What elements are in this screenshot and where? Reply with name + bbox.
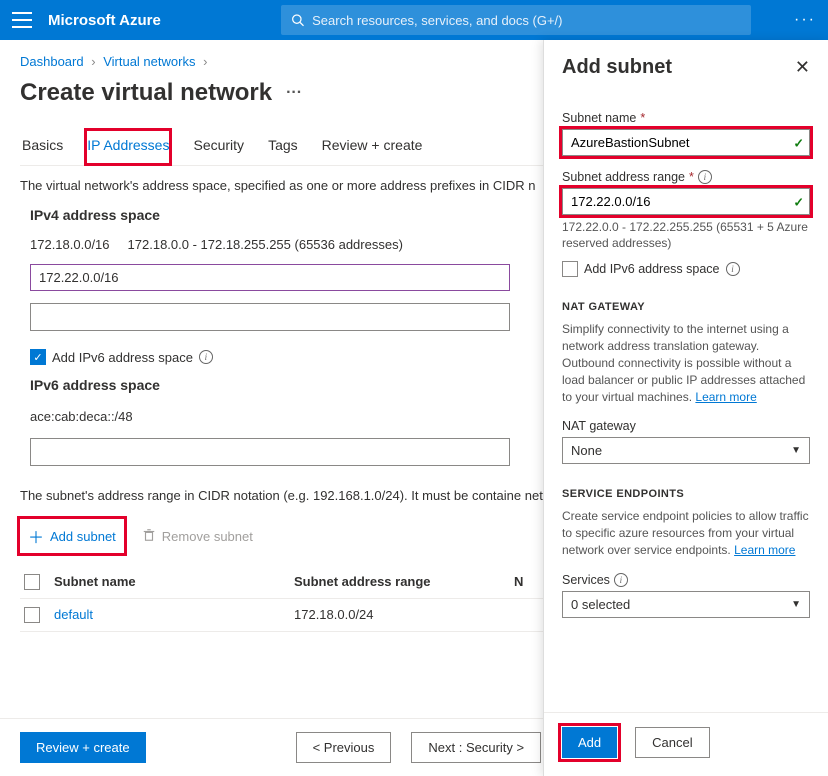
nat-gateway-value: None bbox=[571, 443, 602, 458]
subnet-range: 172.18.0.0/24 bbox=[294, 607, 514, 622]
remove-subnet-label: Remove subnet bbox=[162, 529, 253, 544]
brand-label: Microsoft Azure bbox=[48, 12, 161, 29]
subnet-name-label: Subnet name* bbox=[562, 111, 810, 125]
ipv4-range: 172.18.0.0 - 172.18.255.255 (65536 addre… bbox=[128, 237, 403, 252]
breadcrumb-dashboard[interactable]: Dashboard bbox=[20, 54, 84, 69]
learn-more-link[interactable]: Learn more bbox=[695, 390, 756, 404]
review-create-button[interactable]: Review + create bbox=[20, 732, 146, 763]
panel-footer: Add Cancel bbox=[544, 712, 828, 776]
ipv4-cidr: 172.18.0.0/16 bbox=[30, 237, 110, 252]
checkbox-icon[interactable]: ✓ bbox=[24, 607, 40, 623]
services-select[interactable]: 0 selected ▼ bbox=[562, 591, 810, 618]
checkbox-icon[interactable]: ✓ bbox=[562, 261, 578, 277]
ipv4-cidr-input[interactable] bbox=[30, 264, 510, 291]
col-subnet-range: Subnet address range bbox=[294, 574, 514, 589]
subnet-name-link[interactable]: default bbox=[54, 607, 294, 622]
tab-tags[interactable]: Tags bbox=[266, 129, 300, 165]
info-icon[interactable]: i bbox=[614, 573, 628, 587]
next-button[interactable]: Next : Security > bbox=[411, 732, 541, 763]
close-icon[interactable]: ✕ bbox=[795, 57, 810, 78]
page-title-text: Create virtual network bbox=[20, 79, 272, 107]
checkbox-checked-icon[interactable]: ✓ bbox=[30, 349, 46, 365]
add-subnet-panel: Add subnet ✕ Subnet name* ✓ Subnet addre… bbox=[543, 40, 828, 776]
services-value: 0 selected bbox=[571, 597, 630, 612]
add-ipv6-label: Add IPv6 address space bbox=[52, 350, 193, 365]
overflow-menu-icon[interactable]: ··· bbox=[794, 11, 816, 29]
nat-gateway-select[interactable]: None ▼ bbox=[562, 437, 810, 464]
global-search[interactable] bbox=[281, 5, 751, 35]
add-subnet-button[interactable]: ＋ Add subnet bbox=[20, 519, 124, 553]
tab-security[interactable]: Security bbox=[191, 129, 246, 165]
breadcrumb-vnets[interactable]: Virtual networks bbox=[103, 54, 195, 69]
trash-icon bbox=[142, 528, 156, 545]
services-label: Services i bbox=[562, 573, 810, 587]
tab-ip-addresses[interactable]: IP Addresses bbox=[85, 129, 171, 165]
tab-basics[interactable]: Basics bbox=[20, 129, 65, 165]
search-input[interactable] bbox=[312, 13, 741, 28]
nat-section-body: Simplify connectivity to the internet us… bbox=[562, 321, 810, 405]
service-endpoints-header: SERVICE ENDPOINTS bbox=[562, 488, 810, 500]
tab-review-create[interactable]: Review + create bbox=[320, 129, 425, 165]
chevron-down-icon: ▼ bbox=[791, 599, 801, 610]
panel-title: Add subnet bbox=[562, 56, 672, 79]
subnet-range-field-wrap: ✓ bbox=[562, 188, 810, 215]
panel-cancel-button[interactable]: Cancel bbox=[635, 727, 709, 758]
chevron-right-icon: › bbox=[203, 54, 207, 69]
panel-body: Subnet name* ✓ Subnet address range* i ✓… bbox=[544, 87, 828, 712]
subnet-range-label: Subnet address range* i bbox=[562, 170, 810, 184]
search-icon bbox=[291, 13, 304, 27]
panel-add-ipv6-label: Add IPv6 address space bbox=[584, 262, 720, 276]
learn-more-link[interactable]: Learn more bbox=[734, 543, 795, 557]
previous-button[interactable]: < Previous bbox=[296, 732, 392, 763]
remove-subnet-button: Remove subnet bbox=[142, 528, 253, 545]
chevron-down-icon: ▼ bbox=[791, 445, 801, 456]
add-subnet-label: Add subnet bbox=[50, 529, 116, 544]
plus-icon: ＋ bbox=[28, 524, 44, 548]
subnet-range-hint: 172.22.0.0 - 172.22.255.255 (65531 + 5 A… bbox=[562, 219, 810, 251]
info-icon[interactable]: i bbox=[199, 350, 213, 364]
panel-header: Add subnet ✕ bbox=[544, 40, 828, 87]
ipv6-cidr-input-empty[interactable] bbox=[30, 438, 510, 466]
panel-add-ipv6-row[interactable]: ✓ Add IPv6 address space i bbox=[562, 261, 810, 277]
col-extra: N bbox=[514, 574, 523, 589]
check-icon: ✓ bbox=[794, 194, 804, 209]
chevron-right-icon: › bbox=[91, 54, 95, 69]
info-icon[interactable]: i bbox=[698, 170, 712, 184]
subnet-name-field-wrap: ✓ bbox=[562, 129, 810, 156]
panel-add-button[interactable]: Add bbox=[562, 727, 617, 758]
page-more-icon[interactable]: ··· bbox=[286, 84, 302, 102]
ipv4-cidr-input-empty[interactable] bbox=[30, 303, 510, 331]
nat-gateway-label: NAT gateway bbox=[562, 419, 810, 433]
subnet-range-input[interactable] bbox=[562, 188, 810, 215]
azure-top-bar: Microsoft Azure ··· bbox=[0, 0, 828, 40]
nat-section-header: NAT GATEWAY bbox=[562, 301, 810, 313]
hamburger-menu-icon[interactable] bbox=[12, 12, 32, 28]
check-icon: ✓ bbox=[794, 135, 804, 150]
info-icon[interactable]: i bbox=[726, 262, 740, 276]
checkbox-icon[interactable]: ✓ bbox=[24, 574, 40, 590]
subnet-name-input[interactable] bbox=[562, 129, 810, 156]
col-subnet-name: Subnet name bbox=[54, 574, 294, 589]
service-endpoints-body: Create service endpoint policies to allo… bbox=[562, 508, 810, 558]
